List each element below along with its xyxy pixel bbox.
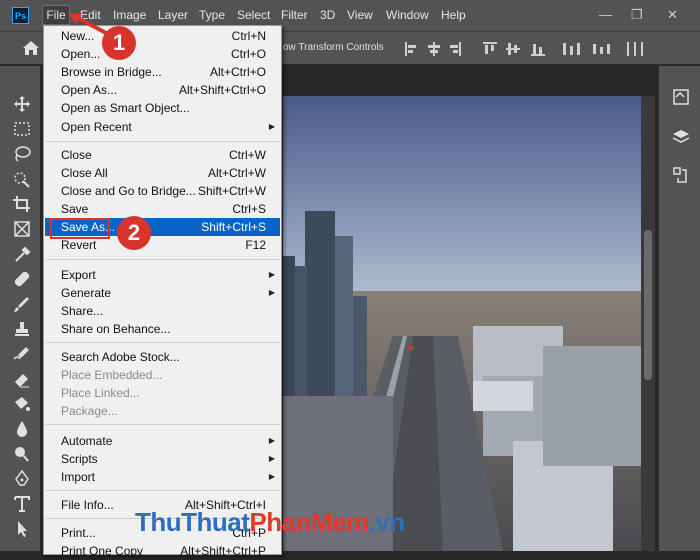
menu-item-browse-in-bridge[interactable]: Browse in Bridge... Alt+Ctrl+O xyxy=(45,63,280,81)
step-2-badge: 2 xyxy=(117,216,151,250)
menu-image[interactable]: Image xyxy=(113,8,146,22)
eyedropper-tool-icon[interactable] xyxy=(12,245,32,263)
step-1-badge: 1 xyxy=(102,26,136,60)
menu-item-open-recent[interactable]: Open Recent ▶ xyxy=(45,118,280,136)
blur-tool-icon[interactable] xyxy=(12,420,32,438)
watermark-part-1: ThuThuat xyxy=(135,507,250,537)
submenu-arrow-icon: ▶ xyxy=(268,122,275,131)
transform-controls-label[interactable]: ow Transform Controls xyxy=(283,42,384,53)
healing-brush-tool-icon[interactable] xyxy=(12,270,32,288)
menu-item-package: Package... xyxy=(61,404,118,418)
lasso-tool-icon[interactable] xyxy=(12,145,32,163)
minimize-icon[interactable]: — xyxy=(599,7,612,22)
history-panel-icon[interactable] xyxy=(672,88,690,106)
watermark-part-3: .vn xyxy=(368,507,406,537)
tools-panel xyxy=(0,66,40,551)
menu-item-share-behance[interactable]: Share on Behance... xyxy=(45,320,280,338)
watermark-part-2: PhanMem xyxy=(249,507,369,537)
close-icon[interactable]: ✕ xyxy=(667,7,678,23)
menu-item-share[interactable]: Share... xyxy=(45,302,280,320)
menu-filter[interactable]: Filter xyxy=(281,8,308,22)
menu-item-scripts[interactable]: Scripts ▶ xyxy=(45,450,280,468)
menu-item-close-go-bridge[interactable]: Close and Go to Bridge... Shift+Ctrl+W xyxy=(45,182,280,200)
menu-item-close[interactable]: Close Ctrl+W xyxy=(45,146,280,164)
menu-item-place-linked: Place Linked... xyxy=(61,386,140,400)
menu-help[interactable]: Help xyxy=(441,8,466,22)
menu-separator xyxy=(45,259,280,260)
history-brush-tool-icon[interactable] xyxy=(12,345,32,363)
dodge-tool-icon[interactable] xyxy=(12,445,32,463)
menu-view[interactable]: View xyxy=(347,8,373,22)
menu-separator xyxy=(45,490,280,491)
file-menu-dropdown: New... Ctrl+N Open... Ctrl+O Browse in Bri… xyxy=(43,25,282,558)
city-render-image xyxy=(283,96,641,551)
pen-tool-icon[interactable] xyxy=(12,470,32,488)
clone-stamp-tool-icon[interactable] xyxy=(12,320,32,338)
menu-window[interactable]: Window xyxy=(386,8,429,22)
submenu-arrow-icon: ▶ xyxy=(268,472,275,481)
menu-layer[interactable]: Layer xyxy=(158,8,188,22)
path-selection-tool-icon[interactable] xyxy=(12,520,32,538)
menu-separator xyxy=(45,141,280,142)
submenu-arrow-icon: ▶ xyxy=(268,270,275,279)
crop-tool-icon[interactable] xyxy=(12,195,32,213)
layers-panel-icon[interactable] xyxy=(672,128,690,146)
type-tool-icon[interactable] xyxy=(12,495,32,513)
quick-selection-tool-icon[interactable] xyxy=(12,170,32,188)
menu-item-place-embedded: Place Embedded... xyxy=(61,368,163,382)
submenu-arrow-icon: ▶ xyxy=(268,288,275,297)
menu-item-open-as[interactable]: Open As... Alt+Shift+Ctrl+O xyxy=(45,81,280,99)
menu-item-import[interactable]: Import ▶ xyxy=(45,468,280,486)
submenu-arrow-icon: ▶ xyxy=(268,454,275,463)
restore-icon[interactable]: ❐ xyxy=(631,7,643,23)
menu-item-open[interactable]: Open... Ctrl+O xyxy=(45,45,280,63)
paths-panel-icon[interactable] xyxy=(672,166,690,186)
align-distribute-icons[interactable] xyxy=(403,40,653,58)
marquee-tool-icon[interactable] xyxy=(12,120,32,138)
menu-item-print-one-copy[interactable]: Print One Copy Alt+Shift+Ctrl+P xyxy=(45,542,280,560)
menu-item-automate[interactable]: Automate ▶ xyxy=(45,432,280,450)
brush-tool-icon[interactable] xyxy=(12,295,32,313)
menu-separator xyxy=(45,342,280,343)
menu-select[interactable]: Select xyxy=(237,8,270,22)
menu-item-search-adobe-stock[interactable]: Search Adobe Stock... xyxy=(45,348,280,366)
menu-item-generate[interactable]: Generate ▶ xyxy=(45,284,280,302)
frame-tool-icon[interactable] xyxy=(12,220,32,238)
move-tool-icon[interactable] xyxy=(12,95,32,113)
menu-item-export[interactable]: Export ▶ xyxy=(45,266,280,284)
menu-item-open-smart-object[interactable]: Open as Smart Object... xyxy=(45,99,280,117)
menu-separator xyxy=(45,424,280,425)
scrollbar-thumb[interactable] xyxy=(644,230,652,380)
home-icon[interactable] xyxy=(22,40,40,56)
document-canvas[interactable] xyxy=(283,96,641,551)
gradient-tool-icon[interactable] xyxy=(12,395,32,413)
menu-type[interactable]: Type xyxy=(199,8,225,22)
menu-item-close-all[interactable]: Close All Alt+Ctrl+W xyxy=(45,164,280,182)
right-panel-dock xyxy=(658,66,700,551)
eraser-tool-icon[interactable] xyxy=(12,370,32,388)
save-as-highlight-box xyxy=(50,218,110,239)
submenu-arrow-icon: ▶ xyxy=(268,436,275,445)
photoshop-logo: Ps xyxy=(12,7,29,24)
menu-3d[interactable]: 3D xyxy=(320,8,335,22)
watermark: ThuThuatPhanMem.vn xyxy=(135,507,405,538)
menu-item-save[interactable]: Save Ctrl+S xyxy=(45,200,280,218)
